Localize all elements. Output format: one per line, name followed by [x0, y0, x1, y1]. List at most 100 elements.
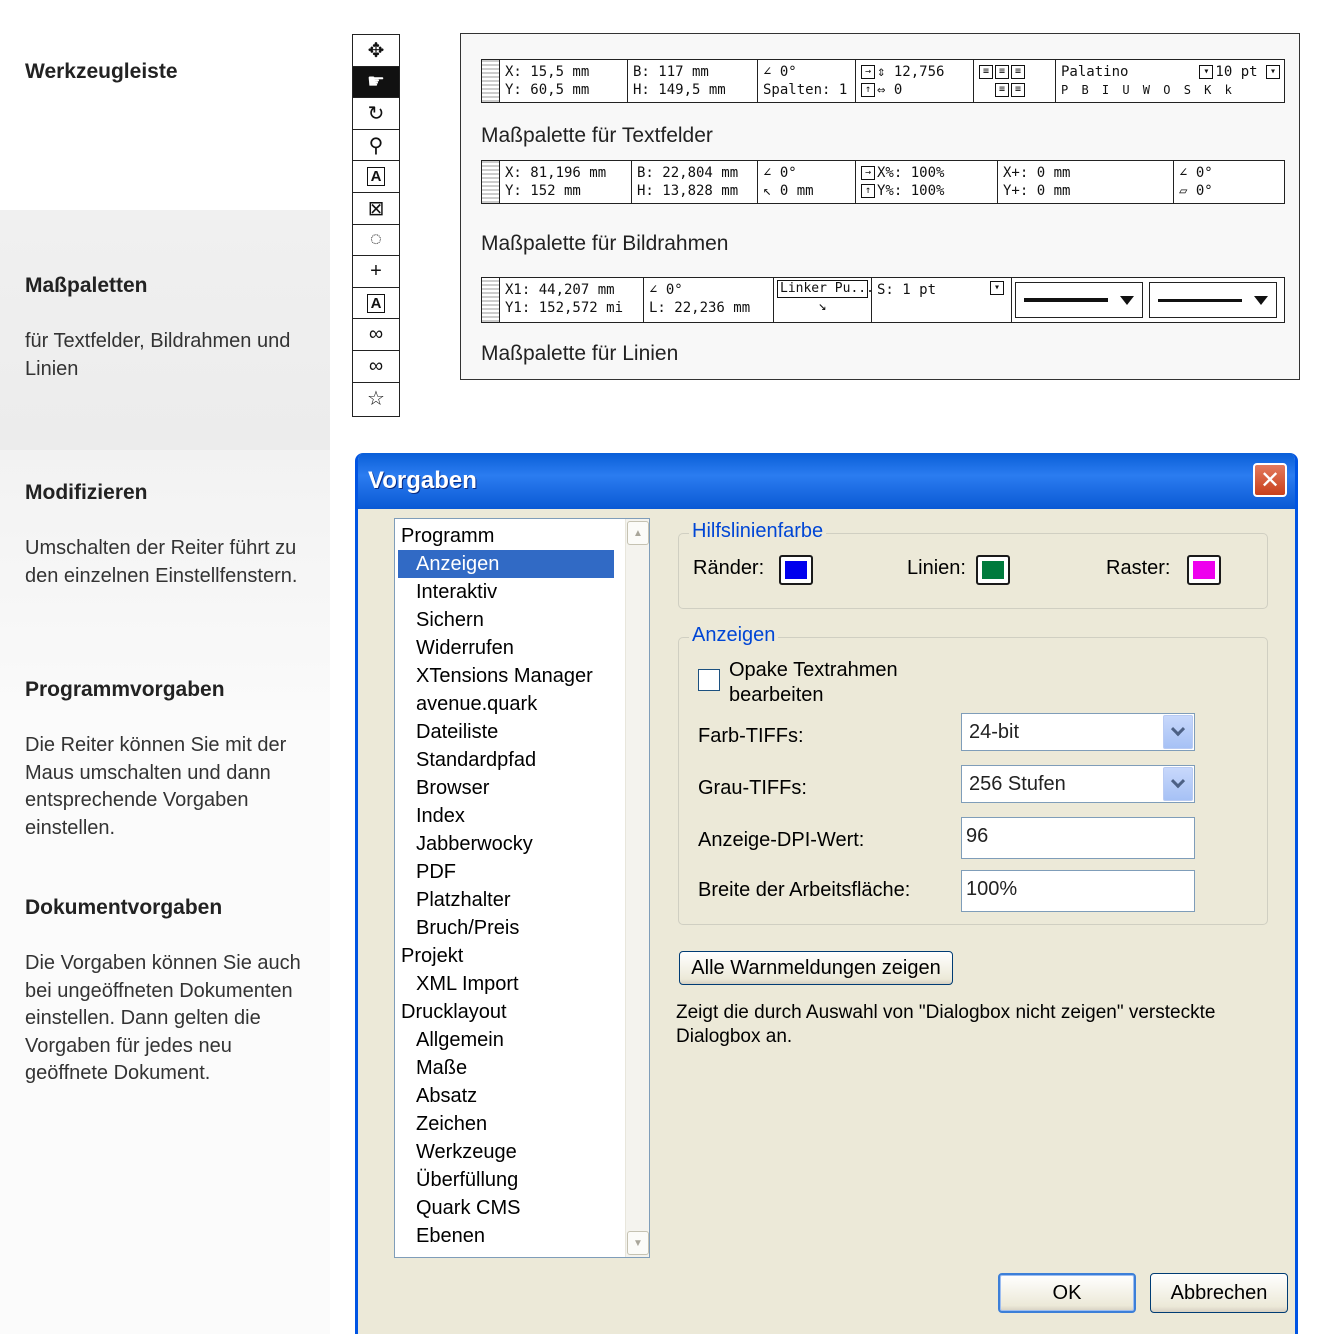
vertical-scrollbar[interactable]: ▲ ▼ [625, 519, 649, 1257]
category-item[interactable]: Anzeigen [398, 550, 614, 578]
tool-button[interactable]: A [353, 288, 399, 320]
endpoint-fields[interactable]: X1: 44,207 mm Y1: 152,572 mi [500, 278, 644, 322]
arrow-right-icon[interactable]: → [861, 65, 875, 79]
tool-button[interactable]: ☛ [353, 66, 399, 99]
width-dropdown-icon[interactable]: ▾ [990, 281, 1004, 295]
angle-length-fields[interactable]: ∠ 0° L: 22,236 mm [644, 278, 774, 322]
line-mode-field[interactable]: Linker Pu... ↘ [774, 278, 872, 322]
type-style-buttons[interactable]: P B I U W O S K k [1061, 81, 1282, 99]
measurement-palettes-figure: X: 15,5 mm Y: 60,5 mm B: 117 mm H: 149,5… [460, 33, 1300, 380]
tool-button[interactable]: ⚲ [353, 130, 399, 162]
font-fields[interactable]: Palatino ▾ 10 pt ▾ P B I U W O S K k [1056, 60, 1284, 102]
position-fields[interactable]: X: 15,5 mm Y: 60,5 mm [500, 60, 628, 102]
cancel-button[interactable]: Abbrechen [1150, 1273, 1288, 1313]
category-item[interactable]: Dateiliste [398, 718, 614, 746]
category-item[interactable]: XML Import [398, 970, 614, 998]
category-item[interactable]: Sichern [398, 606, 614, 634]
category-item[interactable]: Index [398, 802, 614, 830]
category-item[interactable]: Zeichen [398, 1110, 614, 1138]
line-style-dropdown[interactable] [1015, 282, 1143, 318]
size-fields[interactable]: B: 22,804 mm H: 13,828 mm [632, 161, 758, 203]
tool-button[interactable]: A [353, 161, 399, 193]
alerts-description: Zeigt die durch Auswahl von "Dialogbox n… [676, 1002, 1216, 1047]
category-item[interactable]: Widerrufen [398, 634, 614, 662]
tool-button[interactable]: ↻ [353, 98, 399, 130]
tool-button[interactable]: ◌ [353, 225, 399, 257]
dialog-titlebar[interactable]: Vorgaben ✕ [358, 453, 1295, 509]
category-item[interactable]: Projekt [398, 942, 614, 970]
position-fields[interactable]: X: 81,196 mm Y: 152 mm [500, 161, 632, 203]
category-item[interactable]: Bruch/Preis [398, 914, 614, 942]
category-item[interactable]: avenue.quark [398, 690, 614, 718]
ok-button[interactable]: OK [998, 1273, 1136, 1313]
opaque-text-box-checkbox[interactable] [698, 669, 720, 691]
category-item[interactable]: Allgemein [398, 1026, 614, 1054]
chevron-down-icon [1170, 774, 1186, 789]
font-dropdown-icon[interactable]: ▾ [1199, 65, 1214, 79]
picture-angle-fields[interactable]: ∠ 0° ▱ 0° [1174, 161, 1284, 203]
arrow-up-icon[interactable]: ↑ [861, 83, 875, 97]
offset-fields[interactable]: X+: 0 mm Y+: 0 mm [998, 161, 1174, 203]
category-item[interactable]: Werkzeuge [398, 1138, 614, 1166]
category-item[interactable]: PDF [398, 858, 614, 886]
category-item[interactable]: Drucklayout [398, 998, 614, 1026]
scroll-down-button[interactable]: ▼ [627, 1231, 649, 1255]
grid-color-swatch[interactable] [1187, 555, 1221, 585]
category-item[interactable]: Programm [398, 522, 614, 550]
tool-button[interactable]: ∞ [353, 319, 399, 351]
close-button[interactable]: ✕ [1253, 463, 1287, 497]
angle-columns-fields[interactable]: ∠ 0° Spalten: 1 [758, 60, 856, 102]
tool-button[interactable]: ✥ [353, 35, 399, 67]
font-size[interactable]: 10 pt [1215, 64, 1257, 80]
category-item[interactable]: Quark CMS [398, 1194, 614, 1222]
preferences-category-list[interactable]: ▲ ▼ Programm Anzeigen Interaktiv Sichern Wid… [394, 518, 650, 1258]
tool-button[interactable]: ⊠ [353, 193, 399, 225]
alignment-buttons[interactable]: ≡ ≡ ≡ ≡ ≡ [974, 60, 1056, 102]
font-name[interactable]: Palatino [1061, 63, 1128, 81]
margins-color-swatch[interactable] [779, 555, 813, 585]
category-item[interactable]: Browser [398, 774, 614, 802]
category-item[interactable]: XTensions Manager [398, 662, 614, 690]
display-dpi-input[interactable]: 96 [961, 817, 1195, 859]
show-all-alerts-button[interactable]: Alle Warnmeldungen zeigen [679, 951, 953, 985]
dropdown-arrow-icon [1120, 295, 1134, 305]
margins-label: Ränder: [693, 557, 765, 579]
justify-icon[interactable]: ≡ [995, 83, 1009, 97]
category-item[interactable]: Interaktiv [398, 578, 614, 606]
palette-grip[interactable] [482, 161, 500, 203]
force-justify-icon[interactable]: ≡ [1011, 83, 1025, 97]
category-item[interactable]: Platzhalter [398, 886, 614, 914]
tool-button[interactable]: ∞ [353, 351, 399, 383]
scale-fields[interactable]: → X%: 100% ↑ Y%: 100% [856, 161, 998, 203]
ruler-color-swatch[interactable] [976, 555, 1010, 585]
dropdown-button[interactable] [1163, 767, 1193, 801]
line-width-field[interactable]: S: 1 pt ▾ [872, 278, 1012, 322]
align-left-icon[interactable]: ≡ [979, 65, 993, 79]
tool-button[interactable]: ☆ [353, 383, 399, 415]
category-item[interactable]: Maße [398, 1054, 614, 1082]
arrow-right-icon[interactable]: → [861, 166, 875, 180]
arrow-up-icon[interactable]: ↑ [861, 184, 875, 198]
category-item[interactable]: Überfüllung [398, 1166, 614, 1194]
size-dropdown-icon[interactable]: ▾ [1266, 65, 1280, 79]
palette-grip[interactable] [482, 60, 500, 102]
angle-radius-fields[interactable]: ∠ 0° ↖ 0 mm [758, 161, 856, 203]
category-item[interactable]: Ebenen [398, 1222, 614, 1250]
pasteboard-width-input[interactable]: 100% [961, 870, 1195, 912]
category-item[interactable]: Absatz [398, 1082, 614, 1110]
align-right-icon[interactable]: ≡ [1011, 65, 1025, 79]
category-item[interactable]: Standardpfad [398, 746, 614, 774]
chevron-down-icon: ▼ [633, 1237, 643, 1249]
category-item[interactable]: Jabberwocky [398, 830, 614, 858]
align-center-icon[interactable]: ≡ [995, 65, 1009, 79]
line-ends-dropdown[interactable] [1149, 282, 1277, 318]
size-fields[interactable]: B: 117 mm H: 149,5 mm [628, 60, 758, 102]
line-mode-dropdown[interactable]: Linker Pu... [777, 280, 871, 298]
dropdown-button[interactable] [1163, 715, 1193, 749]
tool-button[interactable]: + [353, 256, 399, 288]
scroll-up-button[interactable]: ▲ [627, 521, 649, 545]
color-tiffs-select[interactable]: 24-bit [961, 713, 1195, 751]
gray-tiffs-select[interactable]: 256 Stufen [961, 765, 1195, 803]
leading-fields[interactable]: → ⇕ 12,756 ↑ ⇔ 0 [856, 60, 974, 102]
palette-grip[interactable] [482, 278, 500, 322]
